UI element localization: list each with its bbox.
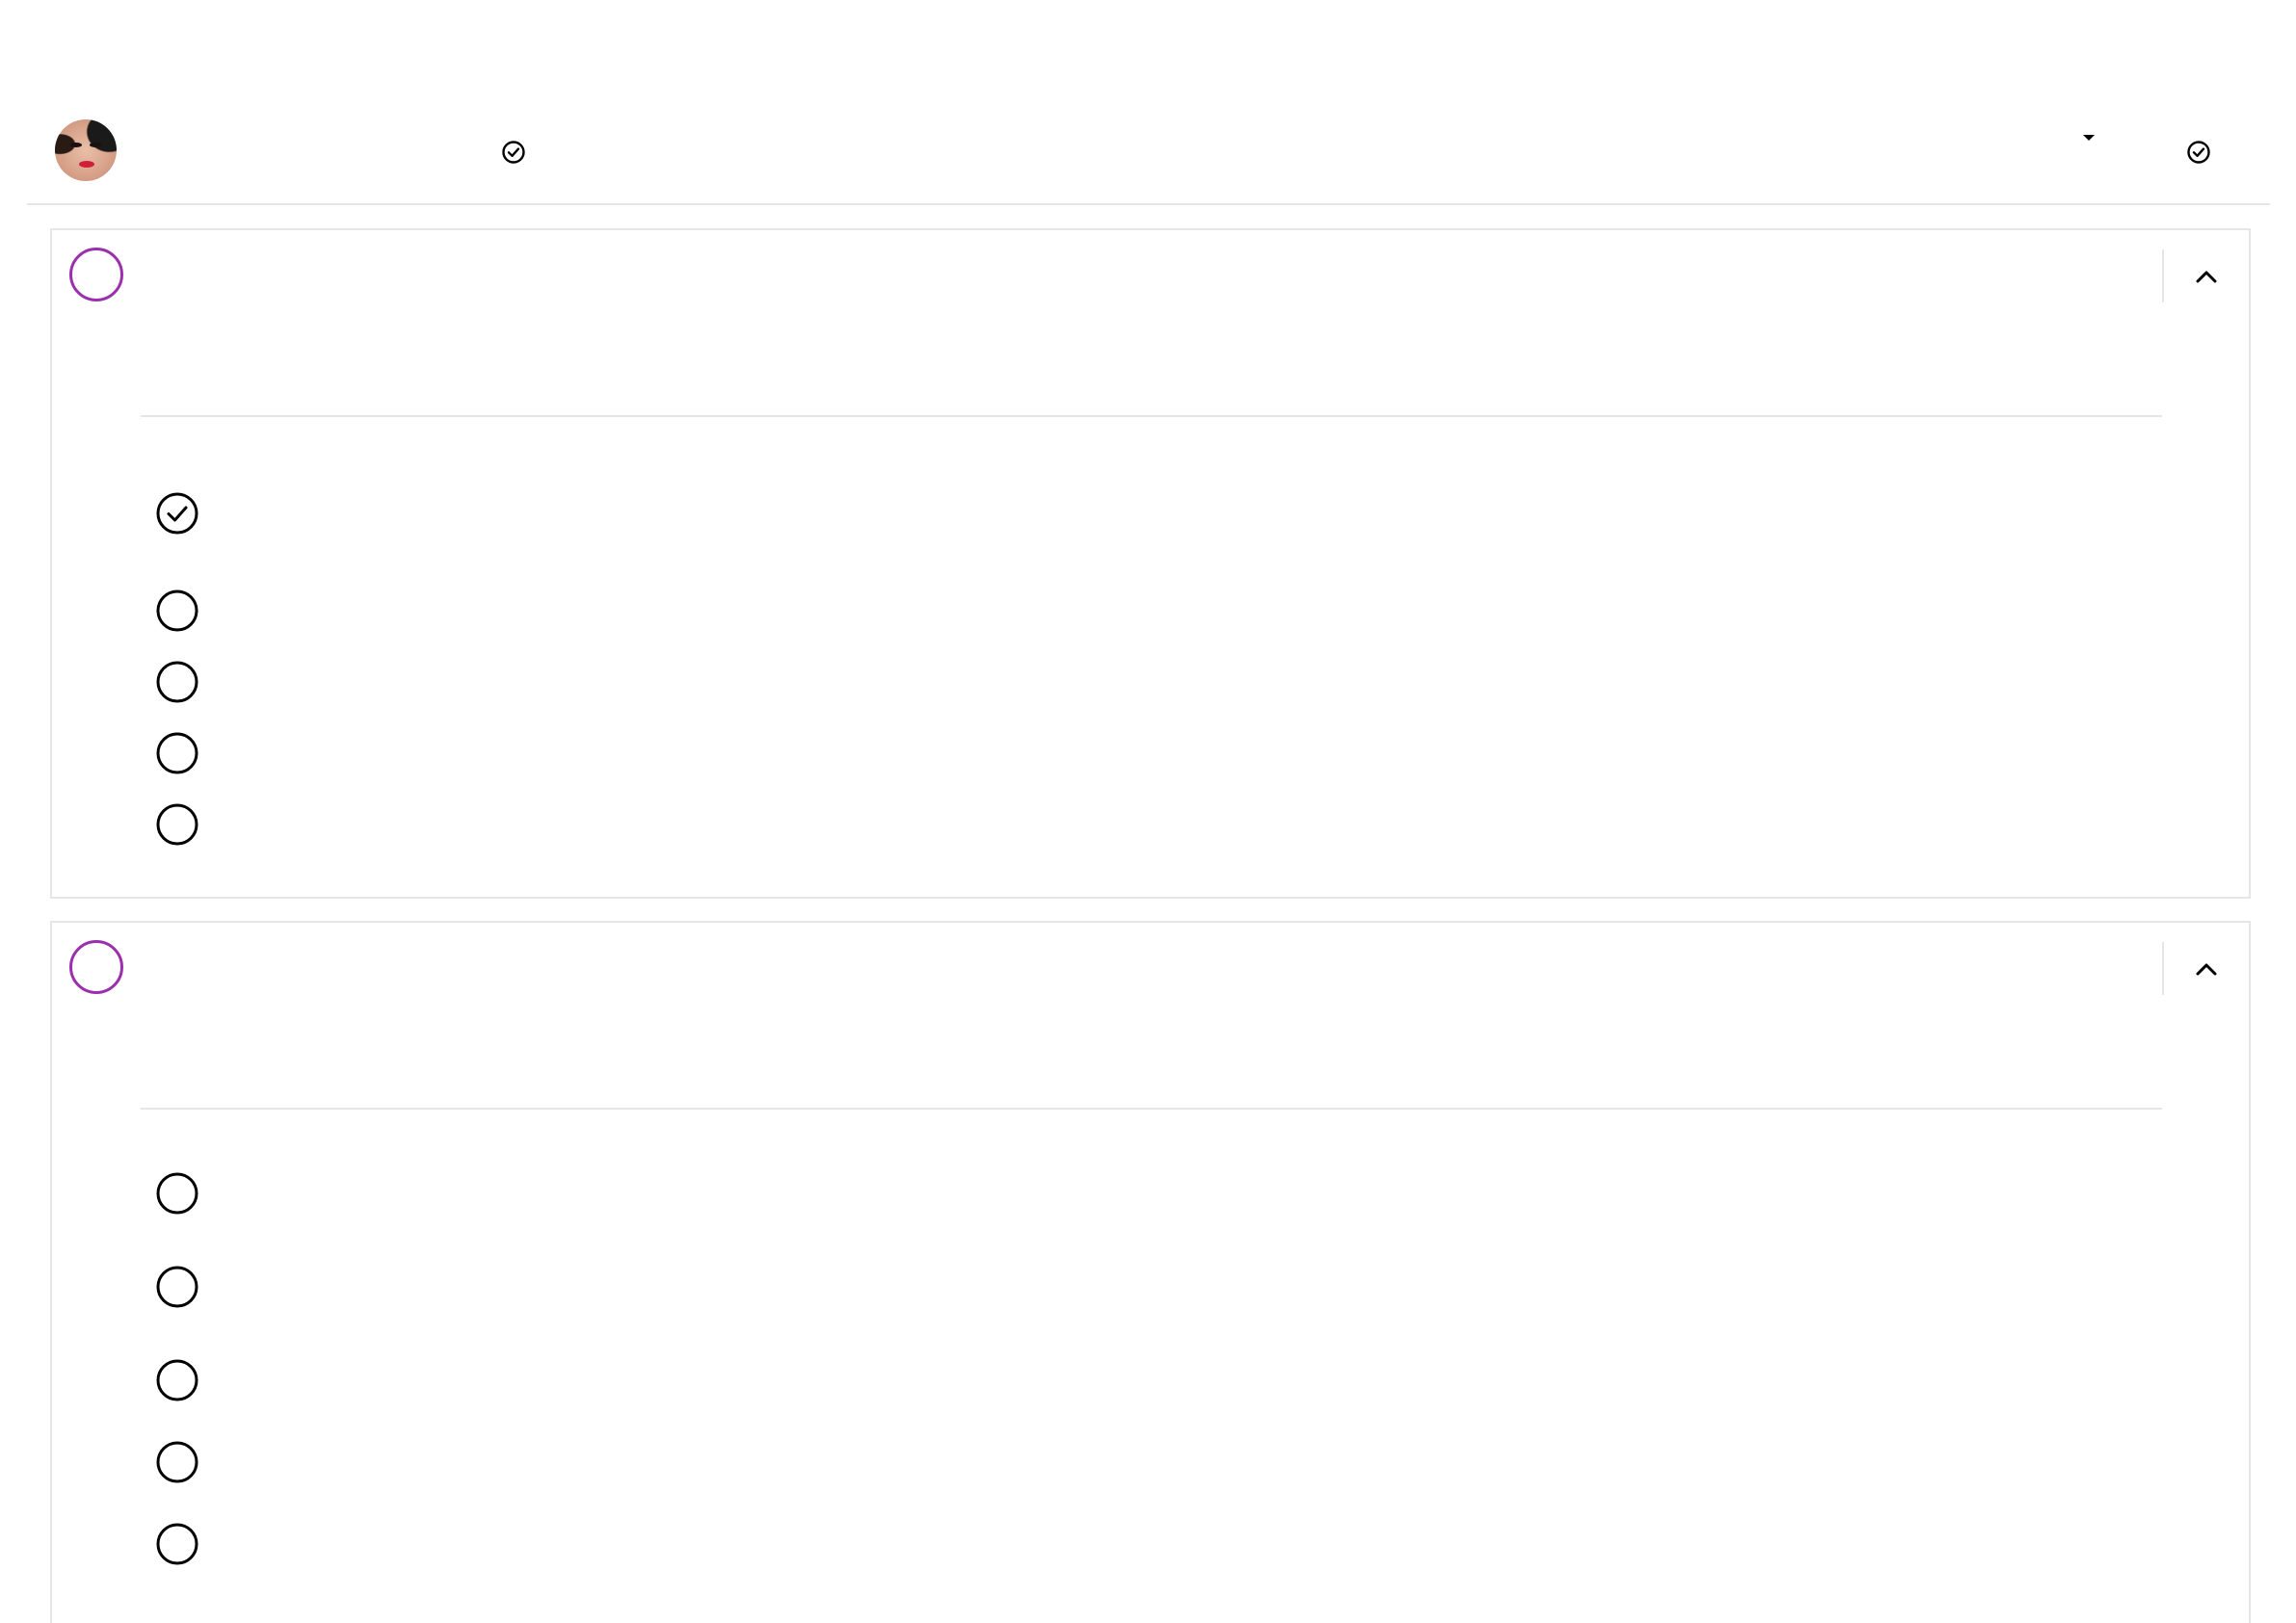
option-radio[interactable] — [154, 1521, 200, 1567]
top-header — [27, 104, 2270, 205]
question-card — [50, 228, 2251, 899]
question-divider — [141, 415, 2162, 417]
option-radio-selected[interactable] — [154, 490, 200, 537]
avatar-eye-right — [90, 143, 101, 147]
option-radio[interactable] — [154, 801, 200, 848]
question-divider — [141, 1108, 2162, 1110]
chevron-up-icon[interactable] — [2179, 249, 2233, 302]
option-radio[interactable] — [154, 1357, 200, 1403]
option-radio[interactable] — [154, 1439, 200, 1485]
avatar-eye-left — [70, 143, 82, 147]
divider-vertical — [2162, 249, 2164, 302]
option-radio[interactable] — [154, 588, 200, 634]
option-radio[interactable] — [154, 659, 200, 705]
caret-down-icon[interactable] — [2083, 135, 2095, 141]
avatar-hair — [55, 119, 117, 181]
avatar[interactable] — [55, 119, 117, 181]
avatar-lips — [79, 161, 94, 168]
question-status-circle — [69, 940, 123, 994]
submit-check-icon[interactable] — [2186, 140, 2211, 165]
option-radio[interactable] — [154, 1170, 200, 1217]
question-status-circle — [69, 248, 123, 301]
check-circle-icon — [502, 141, 525, 164]
chevron-up-icon[interactable] — [2179, 942, 2233, 995]
divider-vertical — [2162, 942, 2164, 995]
option-radio[interactable] — [154, 1264, 200, 1310]
question-card — [50, 921, 2251, 1623]
option-radio[interactable] — [154, 730, 200, 776]
